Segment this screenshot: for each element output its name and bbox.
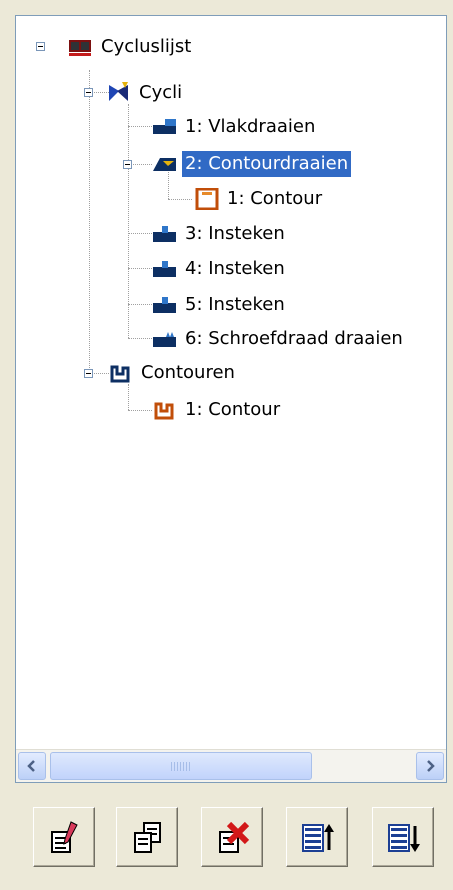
scroll-thumb[interactable] bbox=[50, 752, 312, 780]
chevron-left-icon bbox=[27, 760, 35, 772]
tree-node-label: Contouren bbox=[141, 362, 235, 383]
delete-button[interactable] bbox=[201, 807, 263, 867]
tree-node-label: 4: Insteken bbox=[185, 258, 285, 279]
tree-node-contour-1[interactable]: 1: Contour bbox=[152, 394, 283, 426]
tree-node-cycle-5[interactable]: 5: Insteken bbox=[152, 289, 288, 321]
tree-node-cycle-1[interactable]: 1: Vlakdraaien bbox=[152, 111, 318, 143]
cycli-collapse-toggle[interactable] bbox=[84, 88, 93, 97]
tree-node-cycle-6[interactable]: 6: Schroefdraad draaien bbox=[152, 323, 406, 355]
grip-icon bbox=[171, 762, 191, 771]
copy-button[interactable] bbox=[116, 807, 178, 867]
tree-node-cycle-3[interactable]: 3: Insteken bbox=[152, 218, 288, 250]
move-up-icon bbox=[302, 824, 334, 852]
copy-icon bbox=[134, 822, 161, 853]
tree-node-cycle-2-contour[interactable]: 1: Contour bbox=[194, 183, 325, 215]
cycle2-collapse-toggle[interactable] bbox=[123, 160, 132, 169]
contour-turning-icon bbox=[153, 158, 176, 171]
tree-node-label: 2: Contourdraaien bbox=[182, 151, 352, 177]
move-up-button[interactable] bbox=[286, 807, 348, 867]
delete-icon bbox=[219, 821, 250, 853]
grooving-icon bbox=[153, 297, 176, 313]
cycle-tree[interactable]: Cycluslijst Cycli 1: Vlakdraaien 2: Cont… bbox=[16, 16, 446, 752]
tree-node-contouren[interactable]: Contouren bbox=[108, 357, 238, 389]
tree-node-cycle-2[interactable]: 2: Contourdraaien bbox=[152, 148, 352, 180]
contouren-collapse-toggle[interactable] bbox=[84, 369, 93, 378]
grooving-icon bbox=[153, 261, 176, 277]
contour-profile-icon bbox=[110, 365, 130, 383]
root-collapse-toggle[interactable] bbox=[36, 42, 45, 51]
tree-node-label: 6: Schroefdraad draaien bbox=[185, 328, 403, 349]
contour-profile-icon bbox=[154, 402, 174, 420]
cycles-icon bbox=[109, 82, 128, 101]
thread-icon bbox=[153, 332, 176, 347]
edit-button[interactable] bbox=[33, 807, 95, 867]
tree-node-label: Cycli bbox=[139, 82, 183, 103]
edit-icon bbox=[51, 821, 78, 853]
tree-node-label: 3: Insteken bbox=[185, 223, 285, 244]
move-down-icon bbox=[388, 824, 420, 852]
tree-node-label: 1: Contour bbox=[227, 188, 323, 209]
tree-node-cycli[interactable]: Cycli bbox=[106, 77, 185, 109]
tree-node-cycluslijst[interactable]: Cycluslijst bbox=[68, 31, 194, 63]
toolbar bbox=[0, 805, 453, 881]
tree-node-label: 1: Vlakdraaien bbox=[185, 116, 316, 137]
facing-icon bbox=[153, 119, 176, 134]
cycle-tree-panel: Cycluslijst Cycli 1: Vlakdraaien 2: Cont… bbox=[15, 15, 447, 783]
grooving-icon bbox=[153, 226, 176, 242]
tree-node-cycle-4[interactable]: 4: Insteken bbox=[152, 253, 288, 285]
scroll-left-button[interactable] bbox=[18, 752, 46, 780]
tree-node-label: Cycluslijst bbox=[101, 36, 192, 57]
scroll-right-button[interactable] bbox=[416, 752, 444, 780]
move-down-button[interactable] bbox=[372, 807, 434, 867]
horizontal-scrollbar[interactable] bbox=[16, 749, 446, 782]
tree-node-label: 5: Insteken bbox=[185, 294, 285, 315]
flag-icon bbox=[69, 40, 91, 56]
chevron-right-icon bbox=[427, 760, 435, 772]
contour-square-icon bbox=[195, 188, 219, 210]
tree-node-label: 1: Contour bbox=[185, 399, 281, 420]
